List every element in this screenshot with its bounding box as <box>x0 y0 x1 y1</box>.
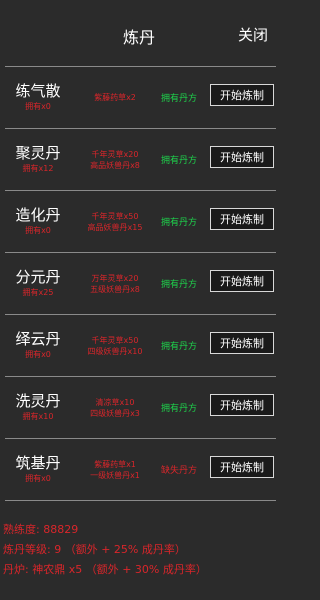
material-requirements: 清凉草x10 四级妖兽丹x3 <box>75 377 155 438</box>
proficiency-text: 熟练度: 88829 <box>3 523 79 536</box>
start-refining-button[interactable]: 开始炼制 <box>210 208 274 230</box>
recipe-status: 拥有丹方 <box>160 218 197 228</box>
material-requirements: 紫藤药草x2 <box>75 67 155 128</box>
start-refining-button[interactable]: 开始炼制 <box>210 394 274 416</box>
pill-row: 聚灵丹拥有x12 千年灵草x20 高品妖兽丹x8 拥有丹方 开始炼制 <box>5 129 276 191</box>
owned-count: 拥有x10 <box>22 412 54 421</box>
alchemy-stats: 熟练度: 88829 炼丹等级: 9 （额外 + 25% 成丹率） 丹炉: 神农… <box>3 520 275 580</box>
owned-count: 拥有x12 <box>22 164 54 173</box>
owned-count: 拥有x0 <box>25 350 51 359</box>
recipe-status: 拥有丹方 <box>160 342 197 352</box>
pill-name: 洗灵丹 <box>15 392 61 410</box>
material-requirements: 千年灵草x20 高品妖兽丹x8 <box>75 129 155 190</box>
material-requirement: 千年灵草x50 <box>91 335 139 345</box>
material-requirement: 五级妖兽丹x8 <box>90 284 140 294</box>
material-requirements: 千年灵草x50 四级妖兽丹x10 <box>75 315 155 376</box>
material-requirement: 四级妖兽丹x10 <box>87 346 143 356</box>
material-requirements: 千年灵草x50 高品妖兽丹x15 <box>75 191 155 252</box>
pill-row: 筑基丹拥有x0 紫藤药草x1 一级妖兽丹x1 缺失丹方 开始炼制 <box>5 439 276 501</box>
recipe-status: 缺失丹方 <box>160 466 197 476</box>
pill-name: 练气散 <box>15 82 61 100</box>
start-refining-button[interactable]: 开始炼制 <box>210 84 274 106</box>
pill-row: 洗灵丹拥有x10 清凉草x10 四级妖兽丹x3 拥有丹方 开始炼制 <box>5 377 276 439</box>
pill-name: 分元丹 <box>15 268 61 286</box>
start-refining-button[interactable]: 开始炼制 <box>210 146 274 168</box>
material-requirements: 万年灵草x20 五级妖兽丹x8 <box>75 253 155 314</box>
material-requirements: 紫藤药草x1 一级妖兽丹x1 <box>75 439 155 500</box>
owned-count: 拥有x0 <box>25 102 51 111</box>
recipe-status: 拥有丹方 <box>160 94 197 104</box>
material-requirement: 千年灵草x50 <box>91 211 139 221</box>
material-requirement: 一级妖兽丹x1 <box>90 470 140 480</box>
pill-name: 聚灵丹 <box>15 144 61 162</box>
page-title: 炼丹 <box>122 28 155 47</box>
pill-name: 筑基丹 <box>15 454 61 472</box>
material-requirement: 紫藤药草x1 <box>94 459 136 469</box>
owned-count: 拥有x0 <box>25 226 51 235</box>
material-requirement: 高品妖兽丹x8 <box>90 160 140 170</box>
pill-row: 造化丹拥有x0 千年灵草x50 高品妖兽丹x15 拥有丹方 开始炼制 <box>5 191 276 253</box>
pill-row: 绎云丹拥有x0 千年灵草x50 四级妖兽丹x10 拥有丹方 开始炼制 <box>5 315 276 377</box>
close-button[interactable]: 关闭 <box>238 24 268 45</box>
owned-count: 拥有x25 <box>22 288 54 297</box>
alchemy-level-text: 炼丹等级: 9 （额外 + 25% 成丹率） <box>3 543 186 556</box>
furnace-text: 丹炉: 神农鼎 x5 （额外 + 30% 成丹率） <box>3 563 207 576</box>
material-requirement: 清凉草x10 <box>95 397 135 407</box>
pill-name: 绎云丹 <box>15 330 61 348</box>
start-refining-button[interactable]: 开始炼制 <box>210 332 274 354</box>
pill-name: 造化丹 <box>15 206 61 224</box>
recipe-status: 拥有丹方 <box>160 280 197 290</box>
material-requirement: 万年灵草x20 <box>91 273 139 283</box>
pill-list: 练气散 拥有x0 紫藤药草x2 拥有丹方 开始炼制 聚灵丹 拥有x12 千年灵草x20 高品妖兽… <box>5 66 276 501</box>
start-refining-button[interactable]: 开始炼制 <box>210 270 274 292</box>
material-requirement: 高品妖兽丹x15 <box>87 222 143 232</box>
owned-count: 拥有x0 <box>25 474 51 483</box>
pill-row: 分元丹拥有x25 万年灵草x20 五级妖兽丹x8 拥有丹方 开始炼制 <box>5 253 276 315</box>
material-requirement: 四级妖兽丹x3 <box>90 408 140 418</box>
recipe-status: 拥有丹方 <box>160 156 197 166</box>
header: 炼丹 关闭 <box>0 0 278 66</box>
material-requirement: 千年灵草x20 <box>91 149 139 159</box>
pill-row: 练气散拥有x0 紫藤药草x2 拥有丹方 开始炼制 <box>5 66 276 129</box>
recipe-status: 拥有丹方 <box>160 404 197 414</box>
start-refining-button[interactable]: 开始炼制 <box>210 456 274 478</box>
material-requirement: 紫藤药草x2 <box>94 93 136 102</box>
